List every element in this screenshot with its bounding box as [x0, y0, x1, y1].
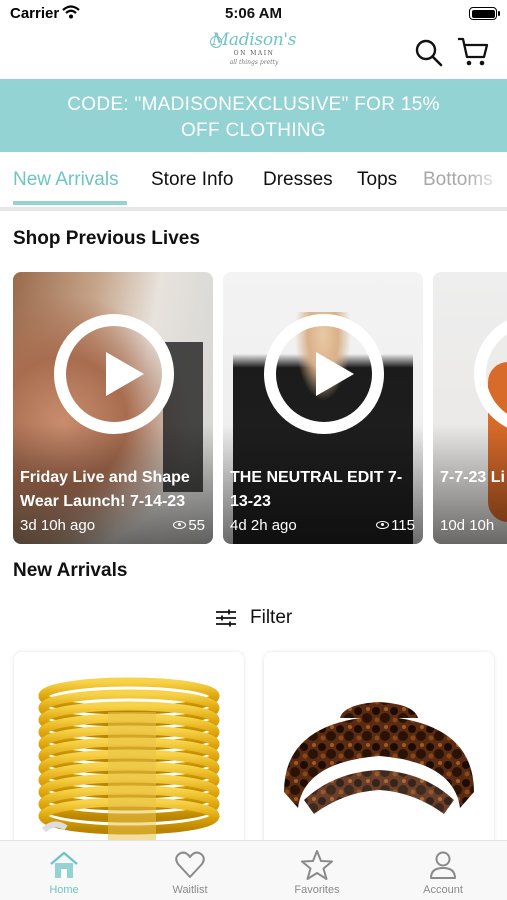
live-time-ago: 3d 10h ago — [20, 517, 96, 534]
new-arrivals-title: New Arrivals — [13, 560, 128, 581]
cart-button[interactable] — [456, 36, 490, 68]
live-video-card[interactable]: Friday Live and Shape Wear Launch! 7-14-… — [13, 272, 213, 544]
active-tab-indicator — [13, 201, 127, 205]
nav-account-label: Account — [423, 884, 463, 896]
live-time-ago: 4d 2h ago — [230, 517, 297, 534]
logo-subtitle: ON MAIN — [233, 50, 275, 57]
product-card[interactable] — [14, 652, 244, 852]
nav-favorites[interactable]: Favorites — [277, 847, 357, 899]
tabs-divider — [0, 207, 507, 211]
tab-tops[interactable]: Tops — [357, 169, 397, 191]
live-view-count: 115 — [376, 517, 415, 534]
tab-new-arrivals[interactable]: New Arrivals — [13, 169, 119, 191]
nav-home[interactable]: Home — [24, 847, 104, 899]
product-card[interactable] — [264, 652, 494, 852]
filter-label: Filter — [250, 607, 293, 628]
tab-dresses[interactable]: Dresses — [263, 169, 333, 191]
live-title: 7-7-23 Li — [440, 469, 505, 486]
live-view-count: 55 — [173, 517, 205, 534]
tabs-fade — [467, 152, 507, 204]
promo-line-1: CODE: "MADISONEXCLUSIVE" FOR 15% — [67, 94, 440, 115]
nav-waitlist-label: Waitlist — [172, 884, 208, 896]
search-button[interactable] — [414, 38, 444, 68]
status-bar: Carrier 5:06 AM — [0, 0, 507, 28]
category-tabs: New Arrivals Store Info Dresses Tops Bot… — [0, 152, 507, 208]
previous-lives-title: Shop Previous Lives — [13, 228, 200, 249]
live-title: THE NEUTRAL EDIT 7-13-23 — [230, 469, 403, 510]
eye-icon — [376, 521, 390, 529]
promo-line-2: OFF CLOTHING — [180, 120, 327, 141]
filter-icon — [216, 609, 236, 627]
live-video-card[interactable]: THE NEUTRAL EDIT 7-13-23 4d 2h ago 115 — [223, 272, 423, 544]
person-icon — [430, 851, 456, 879]
play-icon[interactable] — [54, 314, 174, 434]
live-video-card[interactable]: 7-7-23 Li 10d 10h — [433, 272, 507, 544]
nav-account[interactable]: Account — [403, 847, 483, 899]
live-time-ago: 10d 10h — [440, 517, 495, 534]
nav-waitlist[interactable]: Waitlist — [150, 847, 230, 899]
app-header: Madison's ON MAIN all things pretty — [0, 28, 507, 78]
heart-icon — [175, 851, 205, 878]
promo-banner[interactable]: CODE: "MADISONEXCLUSIVE" FOR 15% OFF CLO… — [0, 79, 507, 152]
home-icon — [50, 851, 78, 878]
cart-icon — [458, 37, 489, 66]
play-icon[interactable] — [264, 314, 384, 434]
store-logo[interactable]: Madison's ON MAIN all things pretty — [208, 30, 300, 74]
live-title: Friday Live and Shape Wear Launch! 7-14-… — [20, 469, 190, 510]
star-icon — [301, 850, 333, 880]
search-icon — [415, 39, 443, 67]
eye-icon — [173, 521, 187, 529]
bottom-tab-bar: Home Waitlist Favorites Account — [0, 840, 507, 900]
nav-home-label: Home — [49, 884, 79, 896]
claw-clip-image — [284, 702, 474, 814]
logo-title: Madison's — [211, 30, 297, 50]
nav-favorites-label: Favorites — [294, 884, 340, 896]
status-time: 5:06 AM — [225, 5, 282, 22]
tab-store-info[interactable]: Store Info — [151, 169, 233, 191]
logo-tagline: all things pretty — [229, 59, 279, 66]
gold-bangle-image — [38, 677, 220, 842]
battery-icon — [469, 7, 500, 20]
